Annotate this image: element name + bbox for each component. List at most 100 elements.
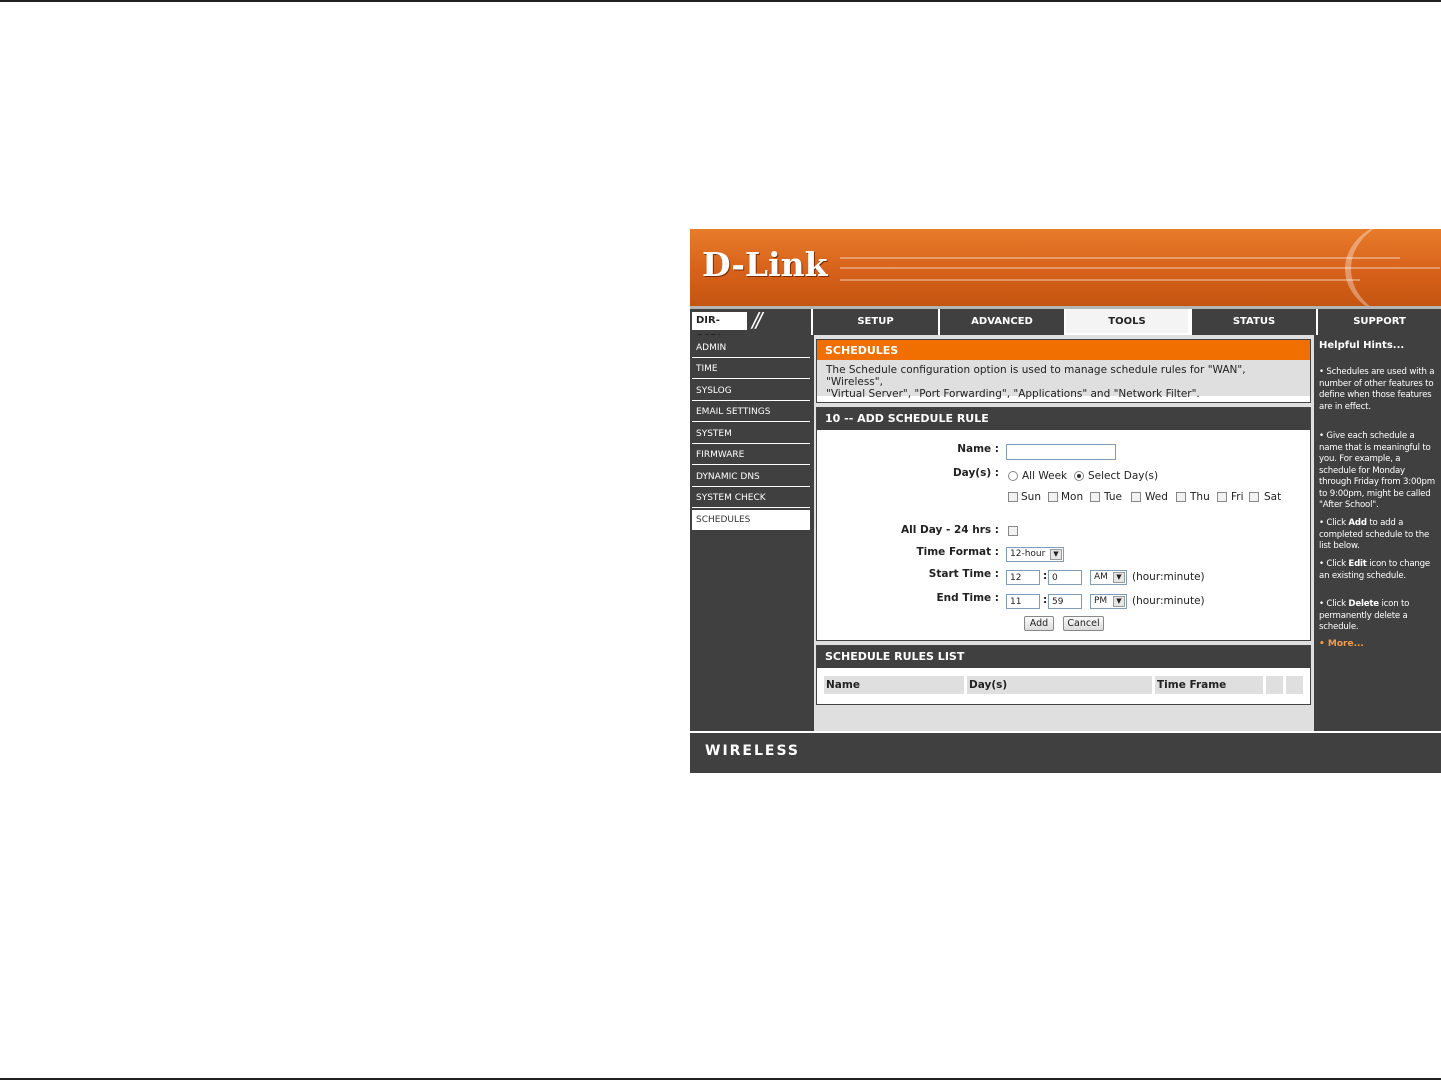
hint-text: • Click bbox=[1319, 559, 1349, 569]
day-checkbox-fri[interactable] bbox=[1217, 492, 1227, 502]
hint-item: • Click Add to add a completed schedule … bbox=[1319, 518, 1437, 553]
sidebar-menu: ADMIN TIME SYSLOG EMAIL SETTINGS SYSTEM … bbox=[690, 335, 812, 731]
sidebar-item-syslog[interactable]: SYSLOG bbox=[692, 381, 810, 401]
hint-item: • Click Delete icon to permanently delet… bbox=[1319, 599, 1437, 634]
day-checkbox-mon[interactable] bbox=[1048, 492, 1058, 502]
time-separator: : bbox=[1043, 594, 1048, 606]
sidebar-item-system-check[interactable]: SYSTEM CHECK bbox=[692, 488, 810, 508]
banner-streak bbox=[840, 257, 1400, 259]
time-format-value: 12-hour bbox=[1010, 549, 1046, 559]
sidebar-item-time[interactable]: TIME bbox=[692, 359, 810, 379]
day-checkbox-tue[interactable] bbox=[1090, 492, 1100, 502]
day-label-tue: Tue bbox=[1104, 491, 1122, 503]
end-hour-input[interactable]: 11 bbox=[1006, 594, 1040, 609]
hint-text: • Click bbox=[1319, 599, 1349, 609]
all-day-label: All Day - 24 hrs : bbox=[901, 524, 999, 536]
hints-title: Helpful Hints... bbox=[1319, 340, 1405, 351]
select-days-radio[interactable] bbox=[1074, 471, 1084, 481]
hint-keyword: Add bbox=[1348, 518, 1367, 528]
day-label-wed: Wed bbox=[1145, 491, 1168, 503]
hint-item: • Click Edit icon to change an existing … bbox=[1319, 559, 1437, 582]
end-time-format-hint: (hour:minute) bbox=[1132, 595, 1205, 607]
name-label: Name : bbox=[957, 443, 999, 455]
all-week-radio[interactable] bbox=[1008, 471, 1018, 481]
hint-keyword: Delete bbox=[1348, 599, 1379, 609]
model-name: DIR-865L bbox=[692, 312, 747, 344]
sidebar-item-system[interactable]: SYSTEM bbox=[692, 424, 810, 444]
tab-advanced[interactable]: ADVANCED bbox=[938, 309, 1064, 335]
all-day-checkbox[interactable] bbox=[1008, 526, 1018, 536]
end-ampm-value: PM bbox=[1094, 596, 1108, 606]
section-title-add-rule: 10 -- ADD SCHEDULE RULE bbox=[817, 408, 1310, 430]
day-checkbox-sun[interactable] bbox=[1008, 492, 1018, 502]
days-label: Day(s) : bbox=[952, 467, 999, 479]
sidebar-item-email-settings[interactable]: EMAIL SETTINGS bbox=[692, 402, 810, 422]
main-content: SCHEDULES The Schedule configuration opt… bbox=[814, 335, 1314, 731]
column-header-name: Name bbox=[824, 676, 964, 694]
start-hour-input[interactable]: 12 bbox=[1006, 570, 1040, 585]
time-format-label: Time Format : bbox=[916, 546, 999, 558]
hint-keyword: Edit bbox=[1348, 559, 1367, 569]
schedules-description: The Schedule configuration option is use… bbox=[817, 360, 1310, 400]
start-time-format-hint: (hour:minute) bbox=[1132, 571, 1205, 583]
day-checkbox-sat[interactable] bbox=[1249, 492, 1259, 502]
day-checkbox-wed[interactable] bbox=[1131, 492, 1141, 502]
end-ampm-select[interactable]: PM ▼ bbox=[1090, 594, 1127, 609]
day-label-sun: Sun bbox=[1021, 491, 1041, 503]
helpful-hints-panel: Helpful Hints... • Schedules are used wi… bbox=[1316, 335, 1441, 731]
chevron-down-icon[interactable]: ▼ bbox=[1050, 549, 1062, 560]
banner-streak bbox=[840, 279, 1360, 281]
chevron-down-icon[interactable]: ▼ bbox=[1113, 596, 1125, 607]
tab-tools[interactable]: TOOLS bbox=[1064, 309, 1190, 335]
day-label-mon: Mon bbox=[1061, 491, 1084, 503]
start-minute-input[interactable]: 0 bbox=[1048, 570, 1082, 585]
tab-status[interactable]: STATUS bbox=[1190, 309, 1316, 335]
sidebar-item-firmware[interactable]: FIRMWARE bbox=[692, 445, 810, 465]
time-format-select[interactable]: 12-hour ▼ bbox=[1006, 547, 1064, 562]
hint-item: • Schedules are used with a number of ot… bbox=[1319, 367, 1435, 412]
all-week-label: All Week bbox=[1022, 470, 1068, 482]
time-separator: : bbox=[1043, 570, 1048, 582]
name-input[interactable] bbox=[1006, 444, 1116, 460]
sidebar-item-schedules[interactable]: SCHEDULES bbox=[692, 510, 810, 530]
start-time-label: Start Time : bbox=[928, 568, 999, 580]
page-bottom-rule bbox=[0, 1078, 1441, 1080]
sidebar-item-dynamic-dns[interactable]: DYNAMIC DNS bbox=[692, 467, 810, 487]
page-top-rule bbox=[0, 0, 1441, 2]
dlink-logo: D-Link bbox=[702, 245, 828, 284]
schedule-rules-list-panel: SCHEDULE RULES LIST Name Day(s) Time Fra… bbox=[816, 645, 1311, 705]
router-web-ui: D-Link DIR-865L // SETUP ADVANCED TOOLS … bbox=[690, 229, 1441, 773]
header-banner: D-Link bbox=[690, 229, 1441, 306]
column-header-time-frame: Time Frame bbox=[1155, 676, 1263, 694]
model-badge: DIR-865L // bbox=[690, 308, 810, 344]
day-label-thu: Thu bbox=[1190, 491, 1210, 503]
day-checkbox-thu[interactable] bbox=[1176, 492, 1186, 502]
select-days-label: Select Day(s) bbox=[1088, 470, 1159, 482]
description-line: "Virtual Server", "Port Forwarding", "Ap… bbox=[826, 388, 1200, 400]
section-title-schedules: SCHEDULES bbox=[817, 340, 1310, 360]
add-button[interactable]: Add bbox=[1024, 616, 1054, 631]
footer-wireless-logo: WIRELESS bbox=[705, 743, 801, 759]
column-header-delete bbox=[1286, 676, 1303, 694]
description-line: The Schedule configuration option is use… bbox=[826, 364, 1246, 388]
sidebar-item-admin[interactable]: ADMIN bbox=[692, 338, 810, 358]
start-ampm-select[interactable]: AM ▼ bbox=[1090, 570, 1127, 585]
hint-item: • Give each schedule a name that is mean… bbox=[1319, 431, 1435, 510]
end-time-label: End Time : bbox=[936, 592, 1000, 604]
end-minute-input[interactable]: 59 bbox=[1048, 594, 1082, 609]
chevron-down-icon[interactable]: ▼ bbox=[1113, 572, 1125, 583]
more-hints-link[interactable]: • More... bbox=[1319, 639, 1364, 649]
start-ampm-value: AM bbox=[1094, 572, 1108, 582]
tab-support[interactable]: SUPPORT bbox=[1316, 309, 1441, 335]
footer: WIRELESS bbox=[690, 731, 1441, 773]
model-slash-decoration: // bbox=[752, 308, 763, 332]
tab-setup[interactable]: SETUP bbox=[811, 309, 938, 335]
section-title-rules-list: SCHEDULE RULES LIST bbox=[817, 646, 1310, 668]
schedules-intro-panel: SCHEDULES The Schedule configuration opt… bbox=[816, 339, 1311, 403]
cancel-button[interactable]: Cancel bbox=[1063, 616, 1104, 631]
day-label-sat: Sat bbox=[1264, 491, 1282, 503]
column-header-days: Day(s) bbox=[967, 676, 1152, 694]
banner-swoosh bbox=[1345, 229, 1441, 306]
add-schedule-rule-panel: 10 -- ADD SCHEDULE RULE Name : Day(s) : … bbox=[816, 407, 1311, 641]
hint-text: • Click bbox=[1319, 518, 1349, 528]
